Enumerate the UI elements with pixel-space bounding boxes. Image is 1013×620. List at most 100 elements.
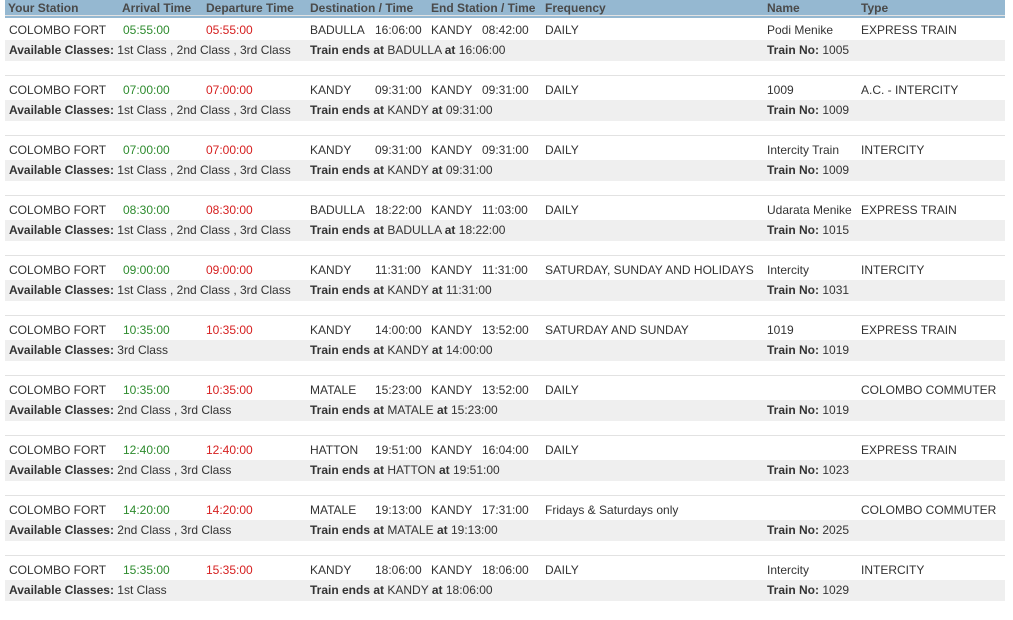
end-time: 09:31:00 (482, 83, 529, 97)
frequency: DAILY (545, 23, 579, 37)
available-classes-value: 1st Class (117, 583, 167, 597)
train-ends-label: Train ends at (310, 523, 385, 537)
available-classes: Available Classes: 2nd Class , 3rd Class (9, 460, 231, 480)
train-detail-row: Available Classes: 2nd Class , 3rd Class… (5, 400, 1005, 421)
train-no-value: 1009 (822, 103, 850, 117)
header-name: Name (767, 1, 800, 15)
available-classes-value: 2nd Class , 3rd Class (117, 463, 232, 477)
train-ends-at-label: at (444, 223, 456, 237)
train-ends-time: 18:22:00 (458, 223, 506, 237)
train-detail-row: Available Classes: 2nd Class , 3rd Class… (5, 520, 1005, 541)
train-ends-info: Train ends at KANDY at 18:06:00 (310, 580, 493, 600)
train-ends-station: MATALE (387, 403, 434, 417)
destination-time: 18:06:00 (375, 563, 422, 577)
train-ends-time: 15:23:00 (450, 403, 498, 417)
header-your-station: Your Station (8, 1, 79, 15)
destination-time: 19:51:00 (375, 443, 422, 457)
train-summary-row: COLOMBO FORT 09:00:00 09:00:00 KANDY 11:31:0… (5, 260, 1005, 280)
departure-time: 10:35:00 (206, 323, 253, 337)
end-station: KANDY (431, 323, 473, 337)
available-classes-label: Available Classes: (9, 583, 114, 597)
train-type: EXPRESS TRAIN (861, 323, 957, 337)
train-ends-at-label: at (431, 343, 443, 357)
train-entry: COLOMBO FORT 12:40:00 12:40:00 HATTON 19:51:… (5, 440, 1005, 500)
arrival-time: 14:20:00 (123, 503, 170, 517)
train-no-value: 1009 (822, 163, 850, 177)
train-entry: COLOMBO FORT 07:00:00 07:00:00 KANDY 09:31:0… (5, 80, 1005, 140)
train-ends-label: Train ends at (310, 403, 385, 417)
train-ends-at-label: at (444, 43, 456, 57)
train-no-label: Train No: (767, 163, 820, 177)
row-separator (5, 255, 1005, 256)
destination-station: KANDY (310, 563, 352, 577)
train-ends-at-label: at (436, 403, 448, 417)
destination-time: 18:22:00 (375, 203, 422, 217)
train-ends-station: MATALE (387, 523, 434, 537)
train-ends-time: 14:00:00 (445, 343, 493, 357)
destination-time: 19:13:00 (375, 503, 422, 517)
arrival-time: 07:00:00 (123, 83, 170, 97)
departure-time: 07:00:00 (206, 143, 253, 157)
your-station: COLOMBO FORT (9, 23, 107, 37)
train-summary-row: COLOMBO FORT 07:00:00 07:00:00 KANDY 09:31:0… (5, 140, 1005, 160)
your-station: COLOMBO FORT (9, 143, 107, 157)
frequency: SATURDAY, SUNDAY AND HOLIDAYS (545, 263, 754, 277)
train-ends-station: BADULLA (387, 223, 442, 237)
frequency: DAILY (545, 563, 579, 577)
your-station: COLOMBO FORT (9, 263, 107, 277)
available-classes-value: 1st Class , 2nd Class , 3rd Class (117, 163, 291, 177)
end-station: KANDY (431, 263, 473, 277)
destination-time: 16:06:00 (375, 23, 422, 37)
available-classes: Available Classes: 1st Class , 2nd Class… (9, 220, 291, 240)
available-classes-value: 2nd Class , 3rd Class (117, 403, 232, 417)
departure-time: 09:00:00 (206, 263, 253, 277)
frequency: DAILY (545, 83, 579, 97)
frequency: DAILY (545, 143, 579, 157)
end-time: 09:31:00 (482, 143, 529, 157)
available-classes-label: Available Classes: (9, 43, 114, 57)
available-classes: Available Classes: 1st Class (9, 580, 167, 600)
train-entry: COLOMBO FORT 15:35:00 15:35:00 KANDY 18:06:0… (5, 560, 1005, 620)
train-name: Intercity Train (767, 143, 840, 157)
row-separator (5, 315, 1005, 316)
train-ends-info: Train ends at KANDY at 09:31:00 (310, 160, 493, 180)
arrival-time: 05:55:00 (123, 23, 170, 37)
train-ends-label: Train ends at (310, 583, 385, 597)
destination-station: MATALE (310, 503, 357, 517)
train-entry: COLOMBO FORT 07:00:00 07:00:00 KANDY 09:31:0… (5, 140, 1005, 200)
train-detail-row: Available Classes: 1st Class , 2nd Class… (5, 280, 1005, 301)
train-ends-label: Train ends at (310, 103, 385, 117)
available-classes-label: Available Classes: (9, 223, 114, 237)
train-name: Udarata Menike (767, 203, 852, 217)
available-classes: Available Classes: 1st Class , 2nd Class… (9, 100, 291, 120)
arrival-time: 10:35:00 (123, 323, 170, 337)
train-detail-row: Available Classes: 3rd Class Train ends a… (5, 340, 1005, 361)
row-separator (5, 435, 1005, 436)
train-ends-time: 18:06:00 (445, 583, 493, 597)
train-ends-at-label: at (436, 523, 448, 537)
train-ends-label: Train ends at (310, 43, 385, 57)
train-number: Train No: 1031 (767, 280, 849, 300)
train-no-label: Train No: (767, 283, 820, 297)
arrival-time: 15:35:00 (123, 563, 170, 577)
header-end-station-time: End Station / Time (431, 1, 536, 15)
train-summary-row: COLOMBO FORT 10:35:00 10:35:00 MATALE 15:23:… (5, 380, 1005, 400)
header-destination-time: Destination / Time (310, 1, 414, 15)
train-no-value: 1005 (822, 43, 850, 57)
row-separator (5, 75, 1005, 76)
train-number: Train No: 1029 (767, 580, 849, 600)
train-ends-info: Train ends at KANDY at 09:31:00 (310, 100, 493, 120)
train-ends-station: KANDY (387, 103, 429, 117)
train-number: Train No: 1015 (767, 220, 849, 240)
departure-time: 08:30:00 (206, 203, 253, 217)
train-number: Train No: 2025 (767, 520, 849, 540)
train-ends-time: 19:51:00 (452, 463, 500, 477)
destination-time: 11:31:00 (375, 263, 421, 277)
end-time: 18:06:00 (482, 563, 529, 577)
train-type: EXPRESS TRAIN (861, 23, 957, 37)
row-separator (5, 495, 1005, 496)
available-classes: Available Classes: 1st Class , 2nd Class… (9, 40, 291, 60)
end-time: 11:31:00 (482, 263, 528, 277)
end-station: KANDY (431, 503, 473, 517)
train-number: Train No: 1019 (767, 400, 849, 420)
